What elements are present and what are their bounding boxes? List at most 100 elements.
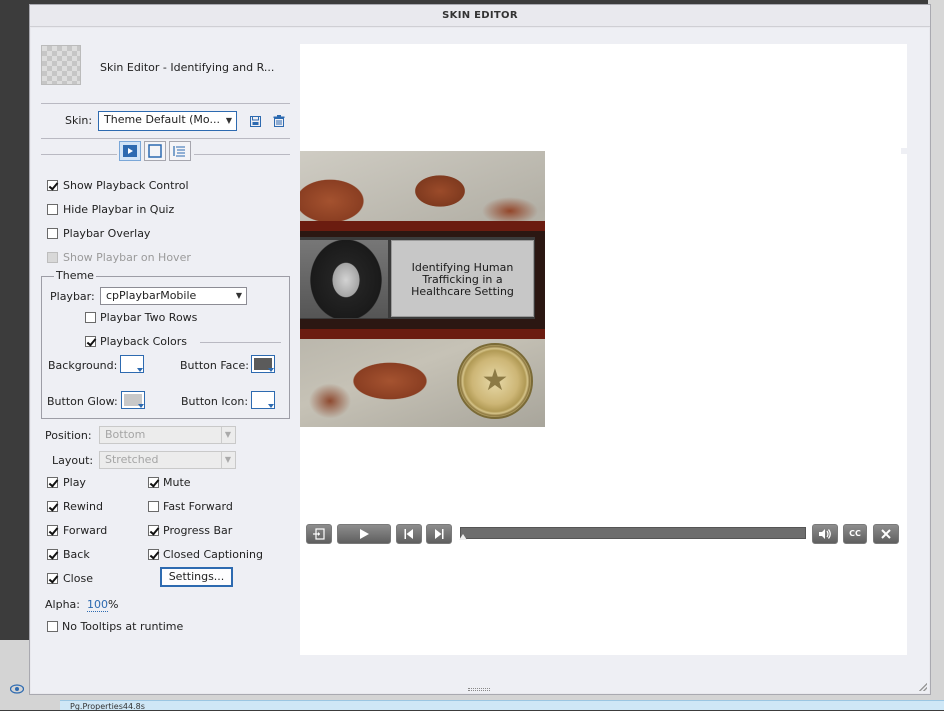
slide-band-top bbox=[300, 221, 545, 231]
chevron-down-icon: ▼ bbox=[220, 452, 231, 468]
button-icon-label: Button Icon: bbox=[181, 395, 249, 408]
closed-captioning-button[interactable]: CC bbox=[843, 524, 867, 544]
theme-legend: Theme bbox=[54, 269, 96, 282]
project-title: Skin Editor - Identifying and R... bbox=[100, 61, 275, 74]
forward-checkbox[interactable] bbox=[47, 525, 58, 536]
progress-bar-checkbox[interactable] bbox=[148, 525, 159, 536]
slide-preview: Identifying Human Trafficking in a Healt… bbox=[300, 151, 545, 427]
closed-captioning-checkbox[interactable] bbox=[148, 549, 159, 560]
layout-dropdown-value: Stretched bbox=[105, 453, 159, 466]
rewind-label: Rewind bbox=[63, 500, 103, 513]
project-thumbnail bbox=[41, 45, 81, 85]
playbar-two-rows-label: Playbar Two Rows bbox=[100, 311, 198, 324]
close-label: Close bbox=[63, 572, 93, 585]
star-icon: ★ bbox=[481, 363, 509, 398]
splitter-grip[interactable] bbox=[468, 688, 490, 691]
eye-icon[interactable] bbox=[10, 684, 24, 694]
back-checkbox[interactable] bbox=[47, 549, 58, 560]
fast-forward-checkbox[interactable] bbox=[148, 501, 159, 512]
background-color-swatch[interactable] bbox=[120, 355, 144, 373]
play-icon bbox=[360, 529, 369, 539]
slide-band-bottom bbox=[300, 329, 545, 339]
position-dropdown-value: Bottom bbox=[105, 428, 146, 441]
rewind-checkbox[interactable] bbox=[47, 501, 58, 512]
no-tooltips-checkbox[interactable] bbox=[47, 621, 58, 632]
show-playbar-hover-label: Show Playbar on Hover bbox=[63, 251, 191, 264]
portrait-image bbox=[300, 240, 388, 318]
mute-checkbox[interactable] bbox=[148, 477, 159, 488]
trash-icon[interactable] bbox=[273, 115, 285, 127]
playbar-two-rows-checkbox[interactable] bbox=[85, 312, 96, 323]
position-dropdown: Bottom ▼ bbox=[99, 426, 236, 444]
slide-title-box: Identifying Human Trafficking in a Healt… bbox=[391, 240, 534, 317]
exit-button[interactable] bbox=[306, 524, 332, 544]
skin-dropdown-value: Theme Default (Mo... bbox=[104, 113, 220, 126]
skin-editor-dialog: SKIN EDITOR Skin Editor - Identifying an… bbox=[29, 4, 931, 695]
hide-playbar-quiz-checkbox[interactable] bbox=[47, 204, 58, 215]
playbar-label: Playbar: bbox=[50, 290, 95, 303]
close-icon bbox=[881, 529, 891, 539]
skin-dropdown[interactable]: Theme Default (Mo... ▼ bbox=[98, 111, 237, 131]
forward-label: Forward bbox=[63, 524, 108, 537]
progress-bar-label: Progress Bar bbox=[163, 524, 233, 537]
play-checkbox[interactable] bbox=[47, 477, 58, 488]
chevron-down-icon bbox=[268, 368, 274, 372]
skip-back-icon bbox=[404, 529, 413, 539]
playback-colors-checkbox[interactable] bbox=[85, 336, 96, 347]
preview-corner bbox=[901, 148, 907, 154]
dialog-body: Skin Editor - Identifying and R... Skin:… bbox=[31, 28, 929, 693]
toc-tab-icon bbox=[173, 146, 185, 157]
save-icon[interactable] bbox=[250, 116, 261, 127]
playbar-overlay-checkbox[interactable] bbox=[47, 228, 58, 239]
separator bbox=[41, 154, 117, 155]
show-playback-control-label: Show Playback Control bbox=[63, 179, 189, 192]
button-glow-label: Button Glow: bbox=[47, 395, 118, 408]
progress-bar[interactable] bbox=[459, 527, 806, 540]
play-button[interactable] bbox=[337, 524, 391, 544]
show-playback-control-checkbox[interactable] bbox=[47, 180, 58, 191]
alpha-unit: % bbox=[108, 598, 119, 611]
tab-borders[interactable] bbox=[144, 141, 166, 161]
button-glow-color-swatch[interactable] bbox=[121, 391, 145, 409]
department-seal: ★ bbox=[457, 343, 533, 419]
playbar-tab-icon bbox=[123, 145, 137, 157]
dialog-title: SKIN EDITOR bbox=[30, 5, 930, 27]
button-icon-color-swatch[interactable] bbox=[251, 391, 275, 409]
play-label: Play bbox=[63, 476, 86, 489]
borders-tab-icon bbox=[148, 144, 162, 158]
alpha-label: Alpha: bbox=[45, 598, 80, 611]
playback-colors-label: Playback Colors bbox=[100, 335, 188, 348]
position-label: Position: bbox=[45, 429, 92, 442]
show-playbar-hover-checkbox bbox=[47, 252, 58, 263]
separator bbox=[41, 103, 290, 104]
background-color-label: Background: bbox=[48, 359, 118, 372]
layout-dropdown: Stretched ▼ bbox=[99, 451, 236, 469]
chevron-down-icon bbox=[138, 404, 144, 408]
hide-playbar-quiz-label: Hide Playbar in Quiz bbox=[63, 203, 175, 216]
mute-button[interactable] bbox=[812, 524, 838, 544]
layout-label: Layout: bbox=[52, 454, 94, 467]
exit-icon bbox=[313, 528, 325, 540]
tab-toc[interactable] bbox=[169, 141, 191, 161]
separator bbox=[200, 342, 281, 343]
timeline-track[interactable]: Pg.Properties44.8s bbox=[60, 700, 944, 711]
tab-playback-control[interactable] bbox=[119, 141, 141, 161]
close-button[interactable] bbox=[873, 524, 899, 544]
button-face-color-swatch[interactable] bbox=[251, 355, 275, 373]
forward-button[interactable] bbox=[426, 524, 452, 544]
speaker-icon bbox=[819, 529, 831, 539]
separator bbox=[41, 138, 290, 139]
closed-captioning-label: Closed Captioning bbox=[163, 548, 263, 561]
close-checkbox[interactable] bbox=[47, 573, 58, 584]
slide-title: Identifying Human Trafficking in a Healt… bbox=[411, 261, 514, 298]
chevron-down-icon: ▼ bbox=[235, 291, 242, 300]
playbar-overlay-label: Playbar Overlay bbox=[63, 227, 151, 240]
playbar-dropdown[interactable]: cpPlaybarMobile ▼ bbox=[100, 287, 247, 305]
progress-knob[interactable] bbox=[459, 534, 467, 540]
alpha-value[interactable]: 100 bbox=[87, 598, 108, 612]
settings-button[interactable]: Settings... bbox=[160, 567, 233, 587]
rewind-button[interactable] bbox=[396, 524, 422, 544]
playbar-dropdown-value: cpPlaybarMobile bbox=[106, 289, 197, 302]
resize-grip[interactable] bbox=[919, 683, 927, 691]
chevron-down-icon: ▼ bbox=[225, 116, 232, 125]
